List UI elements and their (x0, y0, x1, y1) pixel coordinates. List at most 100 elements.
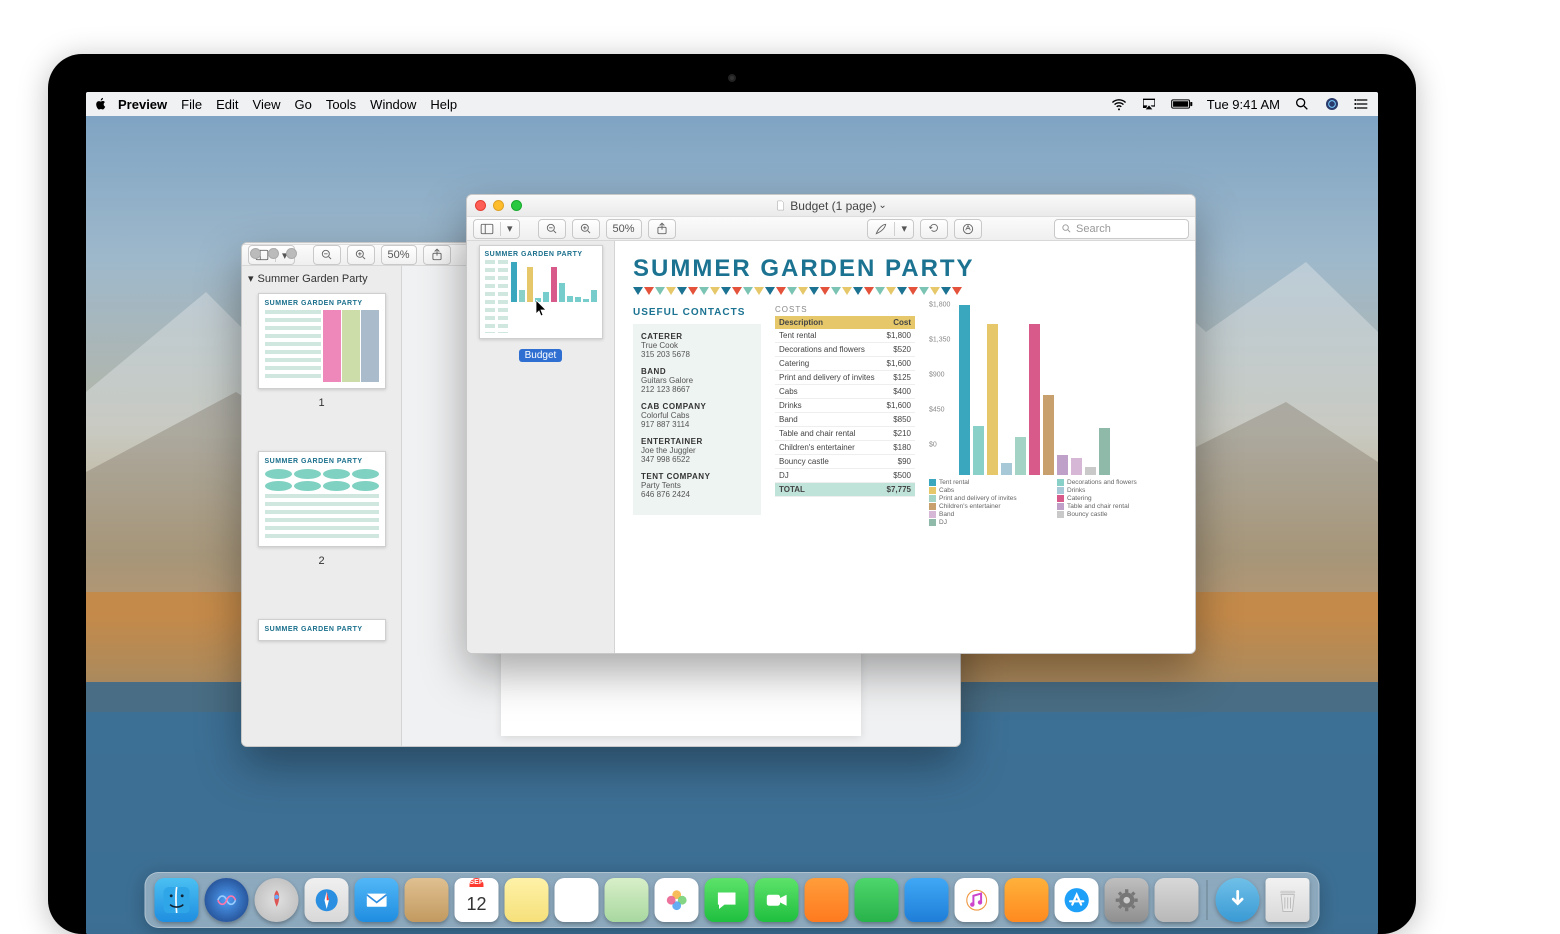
dock-notes-icon[interactable] (505, 878, 549, 922)
chart-bar (1015, 437, 1026, 475)
dock-facetime-icon[interactable] (755, 878, 799, 922)
document-proxy-icon[interactable] (775, 200, 786, 211)
minimize-button[interactable] (493, 200, 504, 211)
share-button[interactable] (423, 245, 451, 265)
dock-keynote-icon[interactable] (905, 878, 949, 922)
contact-heading: ENTERTAINER (641, 437, 753, 446)
menu-go[interactable]: Go (294, 97, 311, 112)
dock-preview-icon[interactable] (1155, 878, 1199, 922)
page-thumbnail-budget[interactable]: SUMMER GARDEN PARTY (479, 245, 603, 339)
dock-siri-icon[interactable] (205, 878, 249, 922)
cost-desc: Cabs (775, 385, 882, 399)
legend-item: Cabs (929, 487, 1049, 494)
contact-name: Colorful Cabs (641, 411, 753, 420)
zoom-out-button[interactable] (538, 219, 566, 239)
table-row: Tent rental$1,800 (775, 329, 915, 343)
cost-desc: Table and chair rental (775, 427, 882, 441)
page-thumbnail-2[interactable]: SUMMER GARDEN PARTY (258, 451, 386, 547)
page-thumbnail-1[interactable]: SUMMER GARDEN PARTY (258, 293, 386, 389)
menu-help[interactable]: Help (430, 97, 457, 112)
zoom-out-button[interactable] (313, 245, 341, 265)
laptop-frame: Preview File Edit View Go Tools Window H… (48, 54, 1416, 934)
rotate-button[interactable] (920, 219, 948, 239)
legend-item: Bouncy castle (1057, 511, 1177, 518)
preview-window-front: Budget (1 page) ⌄ ▾ 50% ▾ Search (466, 194, 1196, 654)
menubar-clock[interactable]: Tue 9:41 AM (1207, 97, 1280, 112)
cost-value: $500 (882, 469, 915, 483)
dock-maps-icon[interactable] (605, 878, 649, 922)
dock-safari-icon[interactable] (305, 878, 349, 922)
zoom-in-button[interactable] (347, 245, 375, 265)
table-row: Print and delivery of invites$125 (775, 371, 915, 385)
contact-phone: 315 203 5678 (641, 350, 753, 359)
chart-bars (959, 305, 1177, 475)
legend-item: Children's entertainer (929, 503, 1049, 510)
dock-ibooks-icon[interactable] (1005, 878, 1049, 922)
markup-button[interactable]: ▾ (867, 219, 914, 239)
apple-logo-icon[interactable] (94, 97, 108, 111)
chart-bar (1071, 458, 1082, 475)
zoom-level[interactable]: 50% (606, 219, 642, 239)
notification-center-icon[interactable] (1354, 96, 1370, 112)
document-view[interactable]: SUMMER GARDEN PARTY USEFUL CONTACTS CATE… (615, 241, 1195, 653)
dock-launchpad-icon[interactable] (255, 878, 299, 922)
dock-finder-icon[interactable] (155, 878, 199, 922)
cost-value: $125 (882, 371, 915, 385)
spotlight-icon[interactable] (1294, 96, 1310, 112)
sidebar-disclosure[interactable]: ▾Summer Garden Party (248, 272, 395, 285)
wifi-icon[interactable] (1111, 96, 1127, 112)
cost-value: $1,800 (882, 329, 915, 343)
page-thumbnail-3[interactable]: SUMMER GARDEN PARTY (258, 619, 386, 641)
cost-desc: Catering (775, 357, 882, 371)
zoom-in-button[interactable] (572, 219, 600, 239)
dock-divider (1207, 880, 1208, 920)
dock-itunes-icon[interactable] (955, 878, 999, 922)
close-button[interactable] (475, 200, 486, 211)
table-row: Cabs$400 (775, 385, 915, 399)
siri-menubar-icon[interactable] (1324, 96, 1340, 112)
cost-desc: Band (775, 413, 882, 427)
disclosure-triangle-icon: ▾ (248, 272, 254, 285)
zoom-button[interactable] (511, 200, 522, 211)
search-field[interactable]: Search (1054, 219, 1189, 239)
col-cost: Cost (882, 316, 915, 329)
total-value: $7,775 (882, 483, 915, 497)
sidebar-toggle-button[interactable]: ▾ (473, 219, 520, 239)
dock-appstore-icon[interactable] (1055, 878, 1099, 922)
dock-calendar-icon[interactable]: SEP12 (455, 878, 499, 922)
airplay-icon[interactable] (1141, 96, 1157, 112)
cost-value: $1,600 (882, 399, 915, 413)
chart-bar (1043, 395, 1054, 475)
zoom-button-inactive[interactable] (286, 248, 297, 259)
dock-reminders-icon[interactable] (555, 878, 599, 922)
dock-mail-icon[interactable] (355, 878, 399, 922)
menu-view[interactable]: View (253, 97, 281, 112)
dock-messages-icon[interactable] (705, 878, 749, 922)
dock-preferences-icon[interactable] (1105, 878, 1149, 922)
chart-bar (959, 305, 970, 475)
dock-contacts-icon[interactable] (405, 878, 449, 922)
menu-tools[interactable]: Tools (326, 97, 356, 112)
cost-desc: Bouncy castle (775, 455, 882, 469)
menu-edit[interactable]: Edit (216, 97, 238, 112)
close-button-inactive[interactable] (250, 248, 261, 259)
zoom-level[interactable]: 50% (381, 245, 417, 265)
chevron-down-icon[interactable]: ⌄ (878, 200, 886, 211)
menu-app-name[interactable]: Preview (118, 97, 167, 112)
costs-heading: COSTS (775, 305, 915, 314)
dock-photos-icon[interactable] (655, 878, 699, 922)
dock-downloads-icon[interactable] (1216, 878, 1260, 922)
menu-file[interactable]: File (181, 97, 202, 112)
window-title: Budget (1 page) (790, 199, 876, 213)
menu-window[interactable]: Window (370, 97, 416, 112)
share-button[interactable] (648, 219, 676, 239)
dock-numbers-icon[interactable] (855, 878, 899, 922)
minimize-button-inactive[interactable] (268, 248, 279, 259)
table-row: Bouncy castle$90 (775, 455, 915, 469)
titlebar-front[interactable]: Budget (1 page) ⌄ (467, 195, 1195, 217)
table-row: Drinks$1,600 (775, 399, 915, 413)
battery-icon[interactable] (1171, 96, 1193, 112)
markup-toolbar-button[interactable] (954, 219, 982, 239)
dock-trash-icon[interactable] (1266, 878, 1310, 922)
dock-pages-icon[interactable] (805, 878, 849, 922)
